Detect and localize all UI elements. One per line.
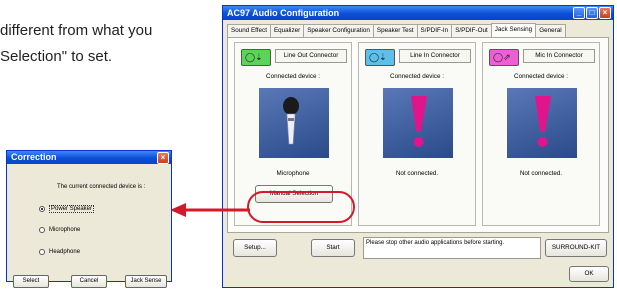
tab-general[interactable]: General [535, 24, 566, 38]
tab-bar: Sound Effect Equalizer Speaker Configura… [227, 23, 609, 38]
option-label: Microphone [49, 227, 81, 233]
line-in-connector-button[interactable]: Line In Connector [399, 49, 471, 63]
microphone-icon [283, 97, 299, 145]
jack-sense-button[interactable]: Jack Sense [125, 275, 167, 288]
tab-spdif-in[interactable]: S/PDIF-In [416, 24, 453, 38]
option-headphone[interactable]: Headphone [39, 249, 80, 255]
radio-button[interactable] [39, 227, 45, 233]
red-arrow-icon [170, 203, 250, 217]
ac97-config-window: AC97 Audio Configuration _ □ × Sound Eff… [222, 5, 614, 288]
tab-sound-effect[interactable]: Sound Effect [227, 24, 271, 38]
device-picture [507, 88, 577, 158]
mic-in-jack-indicator: ◯⇗ [489, 49, 519, 66]
correction-dialog: Correction × The current connected devic… [6, 150, 172, 288]
option-power-speaker[interactable]: Power Speaker [39, 205, 95, 213]
mic-in-status: Not connected. [519, 170, 563, 177]
minimize-icon[interactable]: _ [573, 7, 585, 19]
line-out-status: Microphone [276, 170, 310, 177]
option-label: Headphone [49, 249, 81, 255]
cancel-button[interactable]: Cancel [71, 275, 107, 288]
mic-in-connector-button[interactable]: Mic In Connector [523, 49, 595, 63]
ok-button[interactable]: OK [569, 266, 609, 282]
surround-kit-button[interactable]: SURROUND-KIT [545, 239, 607, 257]
jack-plug-icon: ◯⇣ [369, 52, 387, 62]
select-button[interactable]: Select [13, 275, 49, 288]
tab-speaker-test[interactable]: Speaker Test [372, 24, 418, 38]
setup-button[interactable]: Setup... [233, 239, 277, 257]
line-in-group: ◯⇣ Line In Connector Connected device : … [358, 42, 476, 226]
dialog-titlebar: Correction × [7, 151, 171, 164]
tab-spdif-out[interactable]: S/PDIF-Out [451, 24, 492, 38]
radio-button[interactable] [39, 249, 45, 255]
close-icon[interactable]: × [157, 152, 169, 164]
tab-equalizer[interactable]: Equalizer [269, 24, 305, 38]
highlight-ring [247, 191, 355, 223]
line-out-connector-button[interactable]: Line Out Connector [275, 49, 347, 63]
option-label: Power Speaker [49, 205, 95, 213]
exclamation-icon [411, 96, 427, 147]
dialog-prompt: The current connected device is : [57, 184, 146, 190]
message-box: Please stop other audio applications bef… [363, 237, 541, 259]
line-in-jack-indicator: ◯⇣ [365, 49, 395, 66]
close-icon[interactable]: × [599, 7, 611, 19]
window-title: AC97 Audio Configuration [227, 8, 340, 18]
connected-device-label: Connected device : [390, 73, 444, 80]
dialog-title: Correction [11, 152, 57, 162]
tab-jack-sensing[interactable]: Jack Sensing [490, 23, 537, 37]
window-titlebar: AC97 Audio Configuration _ □ × [223, 6, 613, 20]
line-in-status: Not connected. [395, 170, 439, 177]
bottom-toolbar: Setup... Start Please stop other audio a… [227, 235, 609, 262]
connected-device-label: Connected device : [266, 73, 320, 80]
exclamation-icon [535, 96, 551, 147]
maximize-icon[interactable]: □ [586, 7, 598, 19]
option-microphone[interactable]: Microphone [39, 227, 80, 233]
device-picture [383, 88, 453, 158]
start-button[interactable]: Start [311, 239, 355, 257]
mic-plug-icon: ◯⇗ [493, 52, 511, 62]
connected-device-label: Connected device : [514, 73, 568, 80]
line-out-jack-indicator: ◯⇣ [241, 49, 271, 66]
dialog-body: The current connected device is : Power … [7, 165, 171, 288]
radio-button[interactable] [39, 206, 45, 212]
device-picture [259, 88, 329, 158]
document-text-line-2: Selection" to set. [0, 48, 113, 65]
tab-speaker-configuration[interactable]: Speaker Configuration [303, 24, 374, 38]
mic-in-group: ◯⇗ Mic In Connector Connected device : N… [482, 42, 600, 226]
jack-plug-icon: ◯⇣ [245, 52, 263, 62]
document-text-line-1: different from what you [0, 22, 153, 39]
